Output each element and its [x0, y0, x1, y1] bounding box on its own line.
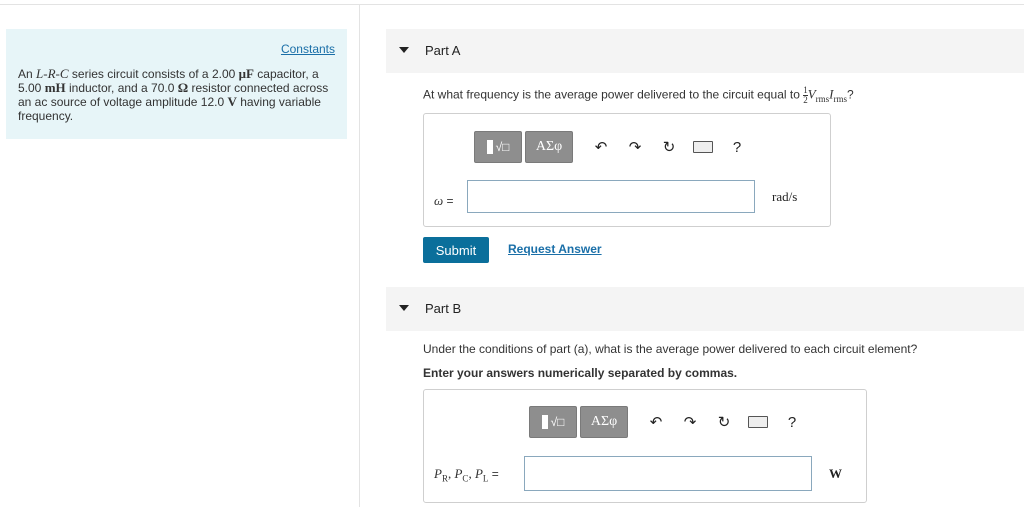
part-a-question: At what frequency is the average power d…	[423, 86, 854, 105]
templates-button[interactable]: √□	[529, 406, 577, 438]
reset-icon[interactable]: ↻	[653, 132, 685, 162]
keyboard-button[interactable]	[742, 407, 774, 437]
top-divider	[0, 4, 1024, 5]
powers-answer-input[interactable]	[524, 456, 812, 491]
var-C: C	[59, 66, 69, 81]
part-b-instruction: Enter your answers numerically separated…	[423, 366, 738, 380]
question-mark: ?	[847, 87, 854, 102]
unit-ohm: Ω	[177, 80, 189, 95]
stmt-text: inductor, and a 70.0	[65, 81, 178, 95]
redo-icon[interactable]: ↷	[619, 132, 651, 162]
unit-millihenry: mH	[44, 80, 66, 95]
math-toolbar: √□ ΑΣφ ↶ ↷ ↻ ?	[474, 131, 753, 163]
sub-rms: rms	[833, 94, 848, 105]
part-b-answer-box: √□ ΑΣφ ↶ ↷ ↻ ? PR, PC, PL = W	[423, 389, 867, 503]
help-icon[interactable]: ?	[776, 407, 808, 437]
unit-microfarad: μF	[238, 66, 254, 81]
constants-link[interactable]: Constants	[281, 42, 335, 56]
unit-watt: W	[829, 466, 842, 481]
math-toolbar: √□ ΑΣφ ↶ ↷ ↻ ?	[529, 406, 808, 438]
equals: =	[488, 467, 499, 481]
part-b-header[interactable]: Part B	[386, 287, 1024, 331]
part-a-title: Part A	[425, 43, 461, 58]
keyboard-icon	[693, 141, 713, 153]
redo-icon[interactable]: ↷	[674, 407, 706, 437]
sqrt-icon: √□	[495, 140, 510, 154]
request-answer-link[interactable]: Request Answer	[508, 242, 602, 256]
omega-label: ω =	[434, 193, 454, 209]
unit-volt: V	[227, 94, 237, 109]
stmt-text: series circuit consists of a 2.00	[68, 67, 239, 81]
part-a-answer-box: √□ ΑΣφ ↶ ↷ ↻ ? ω = rad/s	[423, 113, 831, 227]
constants-panel: Constants An L-R-C series circuit consis…	[6, 29, 347, 139]
collapse-arrow-icon[interactable]	[399, 305, 409, 311]
omega-answer-input[interactable]	[467, 180, 755, 213]
keyboard-icon	[748, 416, 768, 428]
stmt-text: An	[18, 67, 37, 81]
undo-icon[interactable]: ↶	[585, 132, 617, 162]
part-a-header[interactable]: Part A	[386, 29, 1024, 73]
collapse-arrow-icon[interactable]	[399, 47, 409, 53]
undo-icon[interactable]: ↶	[640, 407, 672, 437]
keyboard-button[interactable]	[687, 132, 719, 162]
var-P: P	[474, 466, 483, 481]
part-b-question: Under the conditions of part (a), what i…	[423, 342, 918, 356]
problem-statement: An L-R-C series circuit consists of a 2.…	[18, 66, 336, 124]
greek-symbols-button[interactable]: ΑΣφ	[580, 406, 628, 438]
sqrt-icon: √□	[550, 415, 565, 429]
var-P: P	[434, 466, 442, 481]
part-b-title: Part B	[425, 301, 462, 316]
equals: =	[443, 194, 454, 208]
powers-label: PR, PC, PL =	[434, 466, 499, 483]
reset-icon[interactable]: ↻	[708, 407, 740, 437]
var-omega: ω	[434, 193, 444, 208]
submit-button[interactable]: Submit	[423, 237, 489, 263]
sub-rms: rms	[815, 94, 830, 105]
help-icon[interactable]: ?	[721, 132, 753, 162]
unit-rad-per-s: rad/s	[772, 189, 798, 204]
block-icon	[541, 415, 548, 429]
vertical-divider	[359, 4, 360, 507]
templates-button[interactable]: √□	[474, 131, 522, 163]
block-icon	[486, 140, 493, 154]
var-V: V	[807, 86, 816, 102]
greek-symbols-button[interactable]: ΑΣφ	[525, 131, 573, 163]
var-R: R	[47, 66, 56, 81]
question-text: At what frequency is the average power d…	[423, 87, 804, 102]
